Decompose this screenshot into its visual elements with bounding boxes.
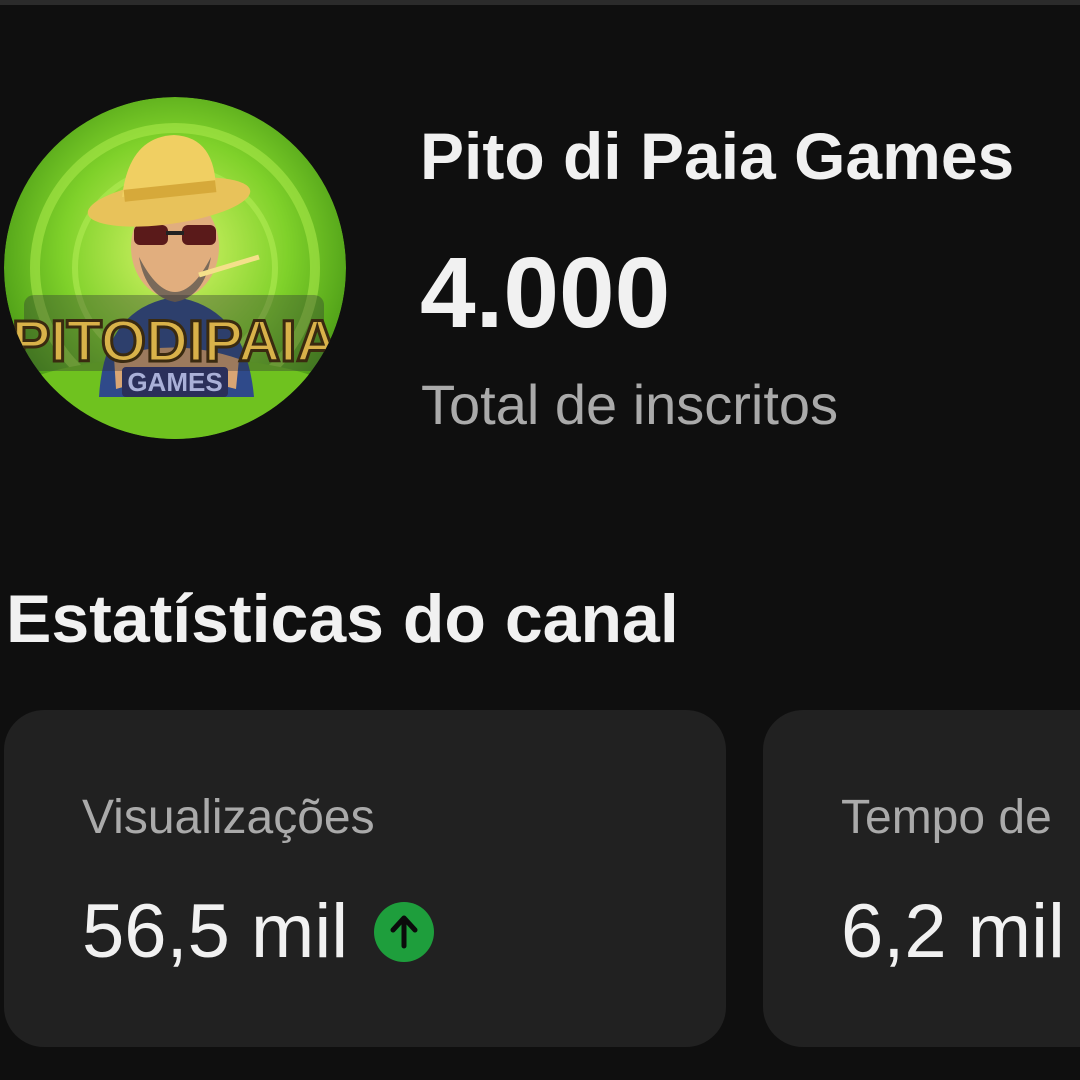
subscriber-label: Total de inscritos [421, 373, 839, 436]
stat-label: Visualizações [82, 791, 375, 844]
logo-text: PITODIPAIA [12, 309, 339, 374]
top-divider [0, 0, 1080, 5]
stat-value-row: 56,5 mil [82, 888, 435, 975]
stat-card-views[interactable]: Visualizações 56,5 mil [4, 710, 726, 1047]
logo-subtext: GAMES [127, 367, 222, 397]
stat-card-watch-time[interactable]: Tempo de 6,2 mil [763, 710, 1080, 1047]
section-title: Estatísticas do canal [6, 581, 679, 657]
avatar-image: PITODIPAIA GAMES [4, 97, 346, 439]
stat-value: 6,2 mil [841, 889, 1065, 974]
stat-value-row: 6,2 mil [841, 888, 1065, 975]
channel-name: Pito di Paia Games [420, 119, 1015, 193]
stat-label: Tempo de [841, 791, 1052, 844]
subscriber-count: 4.000 [420, 237, 671, 349]
stat-value: 56,5 mil [82, 889, 349, 974]
arrow-up-icon [374, 901, 435, 962]
channel-avatar[interactable]: PITODIPAIA GAMES [4, 97, 346, 439]
